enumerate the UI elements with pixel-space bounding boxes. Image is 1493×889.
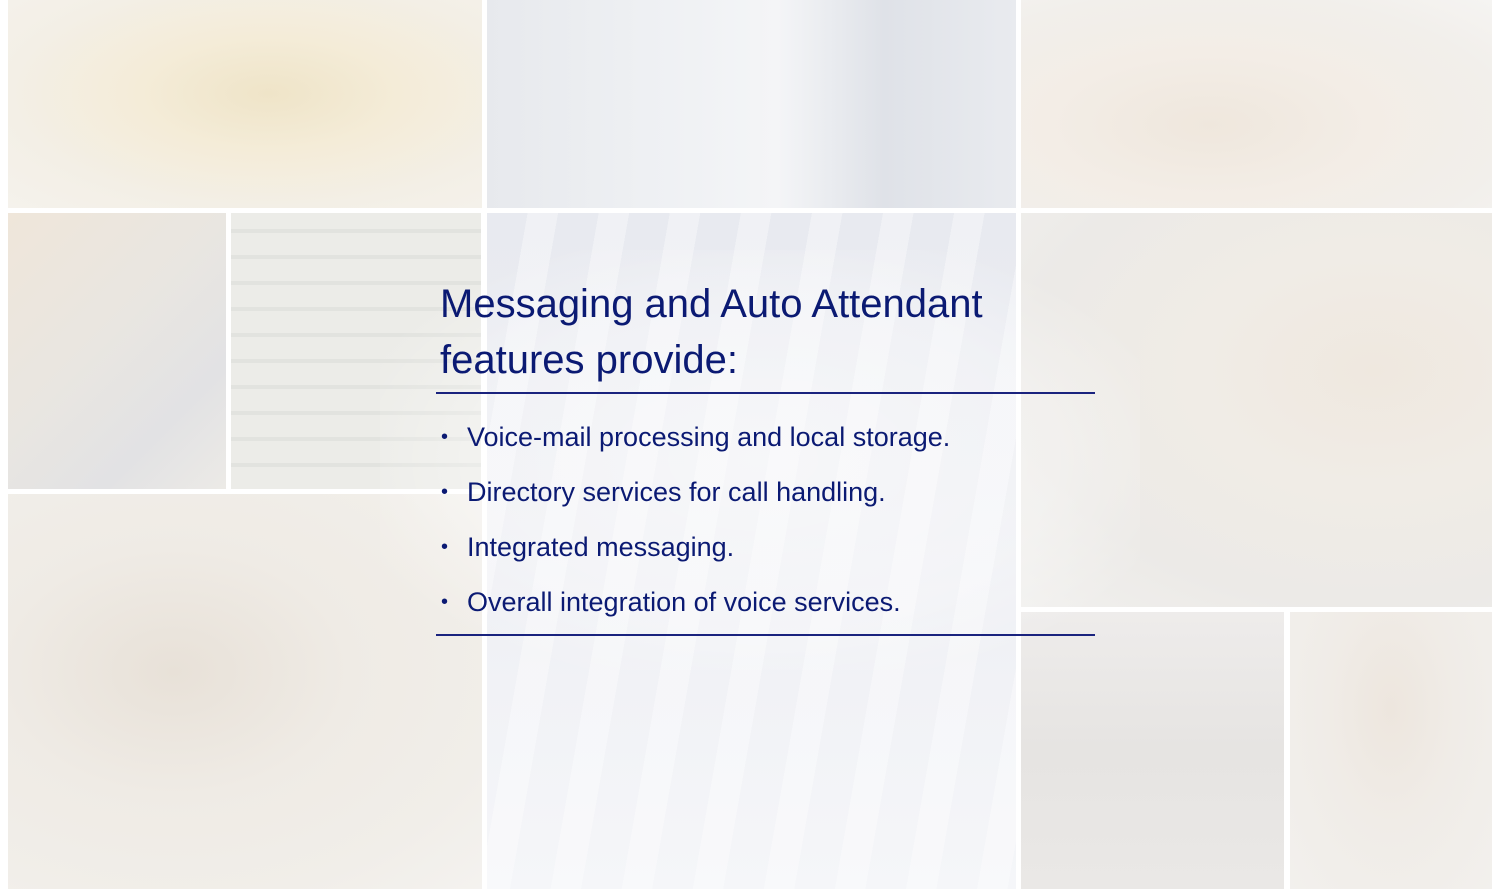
- list-item: • Voice-mail processing and local storage…: [440, 410, 1100, 465]
- list-item-text: Integrated messaging.: [467, 532, 735, 562]
- list-item-text: Directory services for call handling.: [467, 477, 886, 507]
- list-item: • Directory services for call handling.: [440, 465, 1100, 520]
- list-item: • Overall integration of voice services.: [440, 575, 1100, 630]
- bullet-icon: •: [441, 481, 449, 503]
- photo-handshake: [8, 0, 482, 208]
- photo-man-at-computer: [487, 0, 1016, 208]
- bottom-divider: [436, 634, 1095, 636]
- photo-colleagues-at-desk: [8, 213, 226, 489]
- title-divider: [436, 392, 1095, 394]
- bullet-icon: •: [441, 591, 449, 613]
- feature-list: • Voice-mail processing and local storage…: [440, 410, 1100, 630]
- bullet-icon: •: [441, 426, 449, 448]
- slide-title: Messaging and Auto Attendant features pr…: [440, 276, 1100, 388]
- list-item: • Integrated messaging.: [440, 520, 1100, 575]
- photo-woman-at-keyboard: [1290, 612, 1492, 889]
- list-item-text: Overall integration of voice services.: [467, 587, 901, 617]
- slide-content: Messaging and Auto Attendant features pr…: [436, 276, 1100, 636]
- slide-title-line2: features provide:: [440, 338, 738, 382]
- bullet-icon: •: [441, 536, 449, 558]
- photo-business-meeting: [1021, 0, 1492, 208]
- slide-title-line1: Messaging and Auto Attendant: [440, 282, 983, 326]
- list-item-text: Voice-mail processing and local storage.: [467, 422, 951, 452]
